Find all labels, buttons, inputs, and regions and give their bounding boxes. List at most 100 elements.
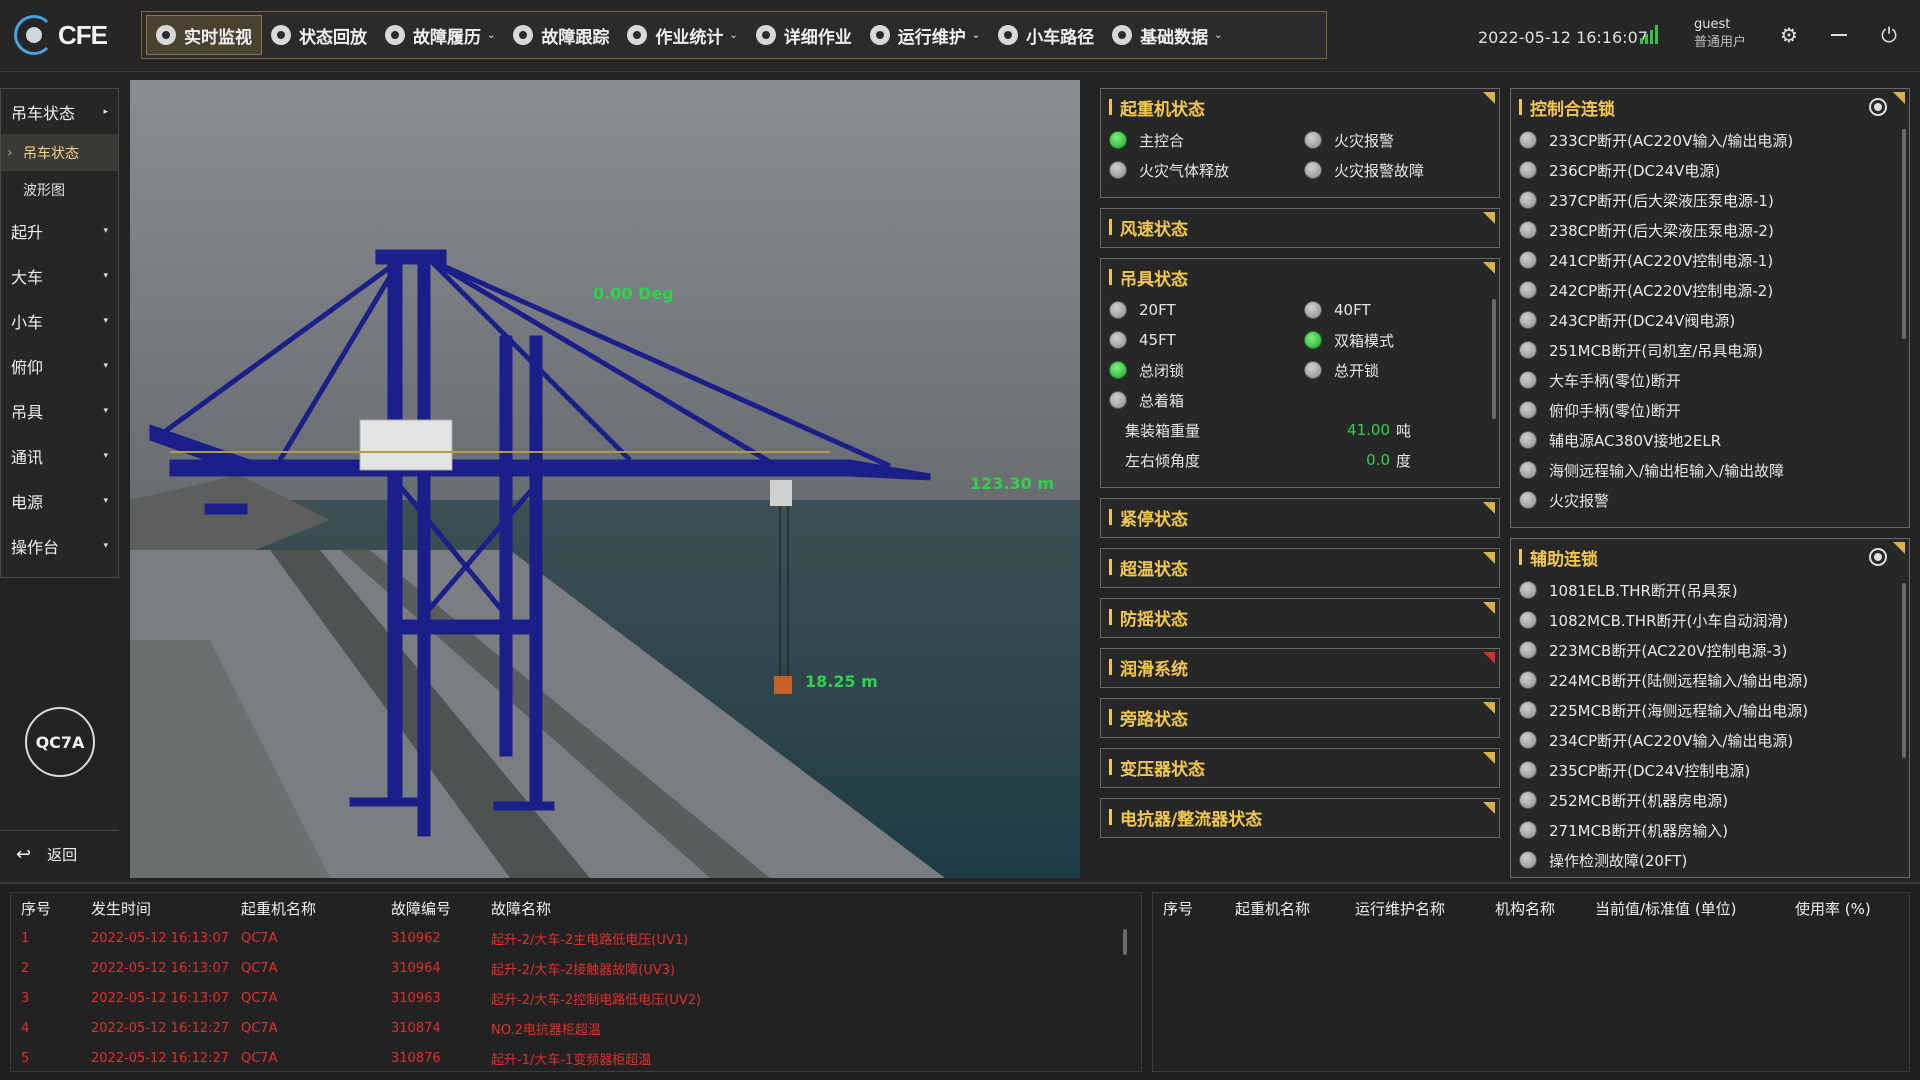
nav-item-1[interactable]: 状态回放 [262,15,376,55]
maintenance-column-header[interactable]: 序号 [1163,898,1193,919]
maintenance-column-header[interactable]: 机构名称 [1495,898,1555,919]
collapsed-panel-header[interactable]: 电抗器/整流器状态 [1101,799,1499,835]
wind-status-header[interactable]: 风速状态 [1101,209,1499,245]
spreader [774,676,792,694]
interlock-item: 海侧远程输入/输出柜输入/输出故障 [1519,455,1909,485]
sidebar-item-1[interactable]: 起升 ▾ [1,208,118,253]
sidebar-item-5[interactable]: 吊具 ▾ [1,388,118,433]
sidebar-subitem-1[interactable]: 波形图 [1,171,118,208]
fault-column-header[interactable]: 起重机名称 [241,898,316,919]
aux-interlock-header[interactable]: 辅助连锁 [1511,539,1909,575]
collapse-corner-icon[interactable] [1483,502,1495,514]
sidebar-item-8[interactable]: 操作台 ▾ [1,523,118,568]
nav-item-4[interactable]: 作业统计 ⌄ [618,15,746,55]
fault-column-header[interactable]: 故障编号 [391,898,451,919]
sidebar-item-2[interactable]: 大车 ▾ [1,253,118,298]
interlock-item-label: 238CP断开(后大梁液压泵电源-2) [1549,221,1774,240]
power-icon[interactable]: ⏻ [1878,24,1900,46]
fault-table-scrollbar[interactable] [1123,929,1127,955]
nav-item-label: 故障跟踪 [541,27,610,48]
spreader-scrollbar[interactable] [1492,299,1496,419]
status-off-lamp-icon [1519,701,1537,719]
collapsed-panel-header[interactable]: 超温状态 [1101,549,1499,585]
alert-corner-icon[interactable] [1483,652,1495,664]
interlock-item: 271MCB断开(机器房输入) [1519,815,1909,845]
table-row[interactable]: 4 2022-05-12 16:12:27 QC7A 310874 NO.2电抗器柜超温 [11,1013,1111,1043]
collapsed-panel-header[interactable]: 变压器状态 [1101,749,1499,785]
collapsed-panel-header[interactable]: 润滑系统 [1101,649,1499,685]
chevron-down-icon[interactable]: ⌄ [487,30,495,41]
crane-status-title: 起重机状态 [1120,99,1205,120]
gear-icon[interactable]: ⚙ [1778,24,1800,46]
sidebar-item-4[interactable]: 俯仰 ▾ [1,343,118,388]
collapse-corner-icon[interactable] [1893,542,1905,554]
nav-item-0[interactable]: 实时监视 [146,15,262,55]
spreader-status-header[interactable]: 吊具状态 [1101,259,1499,295]
status-on-lamp-icon [1304,331,1322,349]
collapse-corner-icon[interactable] [1483,552,1495,564]
maintenance-column-header[interactable]: 当前值/标准值 (单位) [1595,898,1737,919]
table-row[interactable]: 1 2022-05-12 16:13:07 QC7A 310962 起升-2/大车-2主… [11,923,1111,953]
interlock-item-label: 海侧远程输入/输出柜输入/输出故障 [1549,461,1785,480]
collapsed-panel-header[interactable]: 旁路状态 [1101,699,1499,735]
table-row[interactable]: 2 2022-05-12 16:13:07 QC7A 310964 起升-2/大车-2接… [11,953,1111,983]
nav-item-6[interactable]: 运行维护 ⌄ [861,15,989,55]
interlock-item-label: 操作检测故障(20FT) [1549,851,1688,870]
fault-column-header[interactable]: 故障名称 [491,898,551,919]
nav-item-8[interactable]: 基础数据 ⌄ [1103,15,1231,55]
title-bar [1109,559,1112,575]
user-info[interactable]: guest 普通用户 [1694,16,1746,52]
minimize-icon[interactable] [1828,24,1850,46]
fault-cell-no: 3 [21,990,30,1006]
status-off-lamp-icon [1519,161,1537,179]
crane-status-indicators: 主控合 火灾报警 火灾气体释放 火灾报警故障 [1101,125,1499,185]
nav-item-icon [156,25,176,45]
fault-cell-crane: QC7A [241,960,278,976]
aux-interlock-radio[interactable] [1869,548,1887,566]
sidebar-item-3[interactable]: 小车 ▾ [1,298,118,343]
collapse-corner-icon[interactable] [1483,92,1495,104]
collapse-corner-icon[interactable] [1483,702,1495,714]
chevron-down-icon[interactable]: ⌄ [1214,30,1222,41]
collapse-corner-icon[interactable] [1483,802,1495,814]
sidebar-item-6[interactable]: 通讯 ▾ [1,433,118,478]
nav-item-7[interactable]: 小车路径 [989,15,1103,55]
sidebar-subitem-0[interactable]: 吊车状态 [1,134,118,171]
chevron-down-icon[interactable]: ⌄ [972,30,980,41]
collapse-corner-icon[interactable] [1483,212,1495,224]
control-interlock-header[interactable]: 控制合连锁 [1511,89,1909,125]
status-off-lamp-icon [1519,671,1537,689]
sidebar-item-7[interactable]: 电源 ▾ [1,478,118,523]
collapsed-panel-header[interactable]: 紧停状态 [1101,499,1499,535]
maintenance-column-header[interactable]: 起重机名称 [1235,898,1310,919]
collapse-corner-icon[interactable] [1483,262,1495,274]
fault-table-header: 序号 发生时间 起重机名称 故障编号 故障名称 [11,893,1141,923]
interlock-item-label: 271MCB断开(机器房输入) [1549,821,1729,840]
maintenance-column-header[interactable]: 使用率 (%) [1795,898,1871,919]
nav-item-label: 状态回放 [299,27,367,48]
nav-item-5[interactable]: 详细作业 [747,15,861,55]
fault-column-header[interactable]: 序号 [21,898,51,919]
chevron-down-icon[interactable]: ⌄ [729,30,737,41]
collapsed-panel-header[interactable]: 防摇状态 [1101,599,1499,635]
nav-item-2[interactable]: 故障履历 ⌄ [376,15,504,55]
fault-column-header[interactable]: 发生时间 [91,898,151,919]
crane-status-header[interactable]: 起重机状态 [1101,89,1499,125]
sidebar-item-0[interactable]: 吊车状态 ▸ [1,89,118,134]
table-row[interactable]: 5 2022-05-12 16:12:27 QC7A 310876 起升-1/大车-1变… [11,1043,1111,1073]
nav-item-icon [1112,25,1133,45]
control-interlock-scrollbar[interactable] [1902,129,1906,339]
collapse-corner-icon[interactable] [1893,92,1905,104]
maintenance-column-header[interactable]: 运行维护名称 [1355,898,1445,919]
collapse-corner-icon[interactable] [1483,752,1495,764]
table-row[interactable]: 3 2022-05-12 16:13:07 QC7A 310963 起升-2/大车-2控… [11,983,1111,1013]
crane-3d-view[interactable]: 0.00 Deg 123.30 m 18.25 m [130,80,1080,878]
status-indicator: 火灾报警故障 [1304,155,1499,185]
interlock-item-label: 235CP断开(DC24V控制电源) [1549,761,1751,780]
back-button[interactable]: ↩ 返回 [0,830,119,878]
crane-id-badge[interactable]: QC7A [25,707,95,777]
control-interlock-radio[interactable] [1869,98,1887,116]
collapse-corner-icon[interactable] [1483,602,1495,614]
nav-item-3[interactable]: 故障跟踪 [504,15,618,55]
aux-interlock-scrollbar[interactable] [1902,583,1906,758]
